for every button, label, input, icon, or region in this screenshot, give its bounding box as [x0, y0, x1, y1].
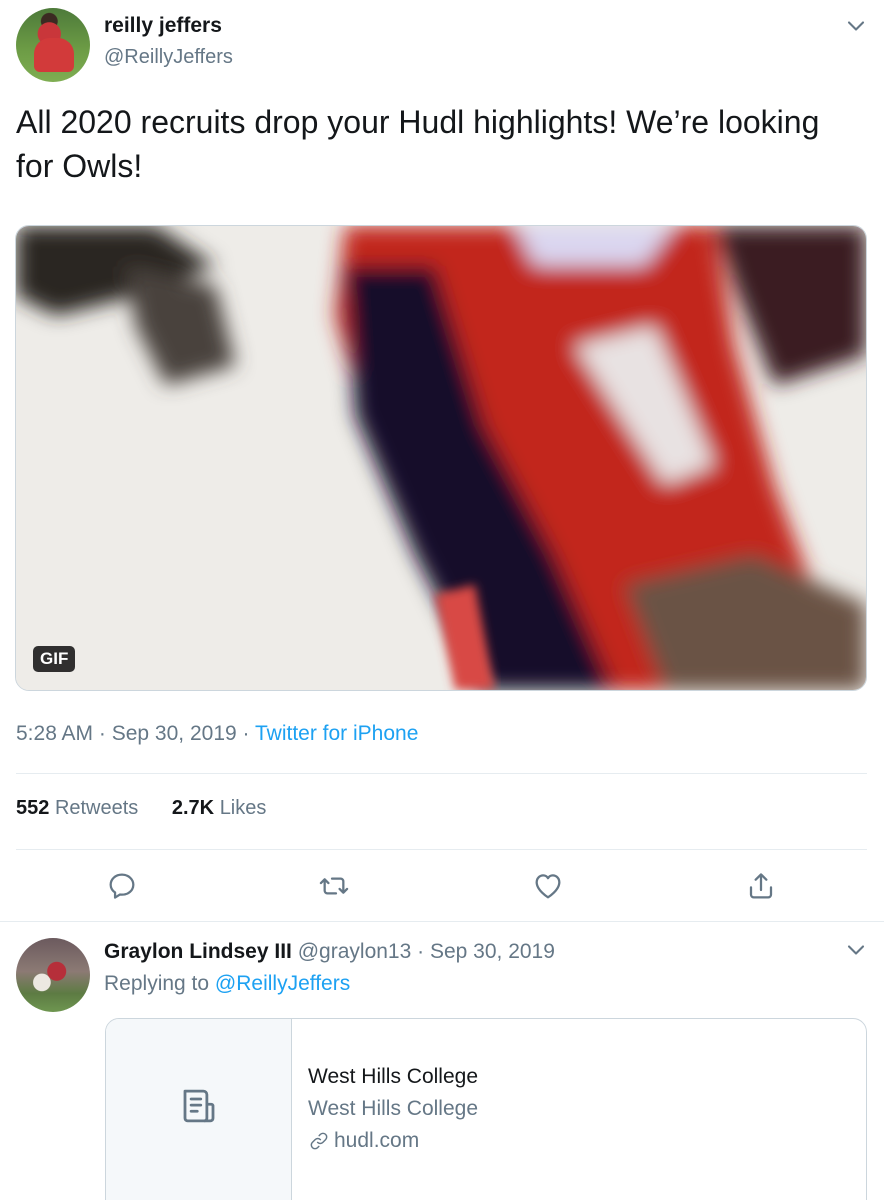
like-icon[interactable]: [532, 870, 564, 902]
link-icon: [310, 1132, 328, 1150]
tweet-text: All 2020 recruits drop your Hudl highlig…: [16, 104, 820, 184]
gif-badge: GIF: [33, 646, 76, 672]
replying-to-line: Replying to @ReillyJeffers: [104, 972, 350, 996]
main-tweet: reilly jeffers @ReillyJeffers All 2020 r…: [0, 0, 884, 922]
meta-separator: ·: [242, 722, 255, 745]
link-card-domain: hudl.com: [308, 1129, 419, 1153]
meta-separator: ·: [98, 722, 112, 745]
tweet-media-gif[interactable]: GIF: [15, 225, 867, 691]
tweet-date[interactable]: Sep 30, 2019: [112, 722, 237, 745]
share-icon[interactable]: [745, 870, 777, 902]
link-card-thumbnail: [106, 1019, 292, 1200]
meta-separator: ·: [417, 940, 430, 963]
author-avatar[interactable]: [16, 8, 90, 82]
replying-to-mention[interactable]: @ReillyJeffers: [215, 972, 350, 995]
divider: [16, 849, 867, 850]
author-display-name[interactable]: reilly jeffers: [104, 14, 222, 38]
reply-icon[interactable]: [106, 870, 138, 902]
retweets-stat[interactable]: 552 Retweets: [16, 797, 138, 819]
divider: [16, 773, 867, 774]
retweets-count: 552: [16, 797, 50, 819]
reply-menu-caret-icon[interactable]: [842, 936, 870, 964]
reply-tweet[interactable]: Graylon Lindsey III @graylon13 · Sep 30,…: [0, 922, 884, 1200]
likes-label: Likes: [219, 797, 267, 819]
tweet-stats: 552 Retweets 2.7K Likes: [16, 797, 294, 820]
reply-date[interactable]: Sep 30, 2019: [430, 940, 555, 963]
retweets-label: Retweets: [54, 797, 139, 819]
link-card-domain-text: hudl.com: [334, 1129, 420, 1152]
link-card-title: West Hills College: [308, 1065, 478, 1088]
retweet-icon[interactable]: [318, 870, 350, 902]
document-icon: [183, 1089, 215, 1123]
link-card[interactable]: West Hills College West Hills College hu…: [105, 1018, 867, 1200]
gif-frame-image: [16, 226, 866, 690]
reply-author-display-name[interactable]: Graylon Lindsey III: [104, 940, 292, 963]
tweet-meta: 5:28 AM · Sep 30, 2019 · Twitter for iPh…: [16, 722, 418, 746]
tweet-source-link[interactable]: Twitter for iPhone: [255, 722, 418, 745]
reply-author-handle[interactable]: @graylon13: [298, 940, 412, 963]
replying-to-label: Replying to: [104, 972, 210, 995]
tweet-menu-caret-icon[interactable]: [842, 12, 870, 40]
tweet-time[interactable]: 5:28 AM: [16, 722, 93, 745]
link-card-description: West Hills College: [308, 1097, 478, 1120]
likes-stat[interactable]: 2.7K Likes: [172, 797, 267, 819]
reply-header: Graylon Lindsey III @graylon13 · Sep 30,…: [104, 940, 555, 964]
likes-count: 2.7K: [171, 797, 215, 819]
reply-author-avatar[interactable]: [16, 938, 90, 1012]
author-handle[interactable]: @ReillyJeffers: [104, 46, 233, 69]
